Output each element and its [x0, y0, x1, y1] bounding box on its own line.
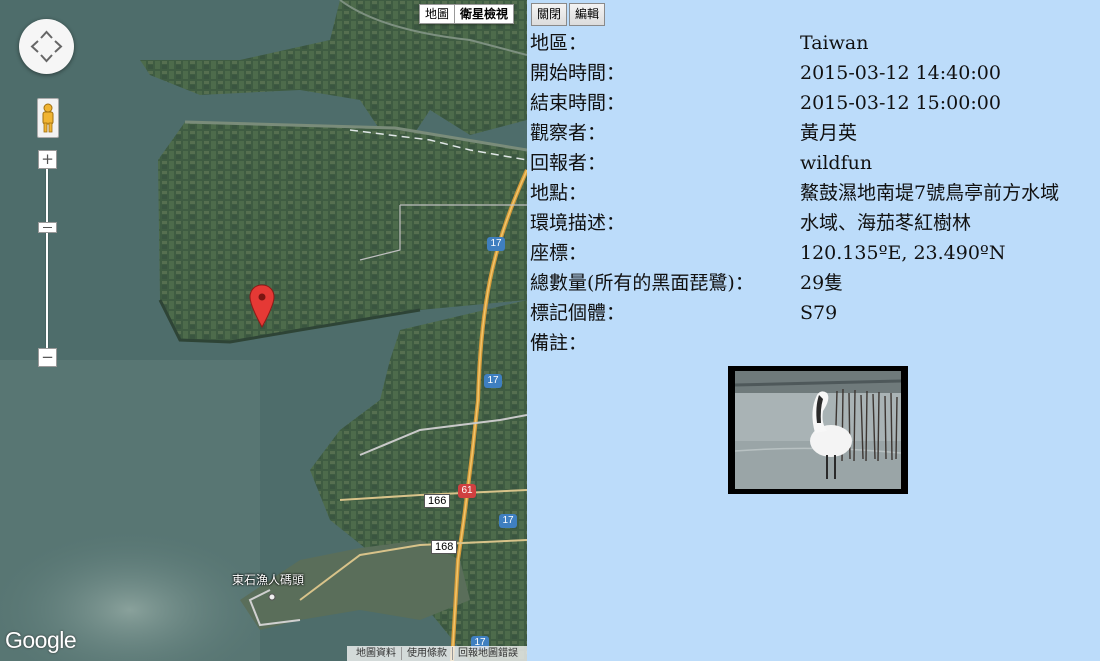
detail-label: 結束時間： [530, 92, 626, 114]
detail-value: 水域、海茄苳紅樹林 [800, 212, 972, 234]
detail-value: S79 [800, 302, 838, 324]
pegman-icon [42, 103, 54, 133]
map-footer: 地圖資料 使用條款 回報地圖錯誤 [347, 646, 527, 661]
map-type-control: 地圖 衛星檢視 [419, 4, 515, 24]
observation-photo[interactable] [728, 366, 908, 494]
road-shield-17: 17 [487, 237, 505, 251]
zoom-slider-thumb[interactable] [38, 222, 57, 233]
detail-label: 地區： [530, 32, 588, 54]
detail-value: 2015-03-12 15:00:00 [800, 92, 1001, 114]
zoom-in-button[interactable]: + [38, 150, 57, 169]
pan-arrows-icon [30, 30, 63, 63]
map-type-roadmap-tab[interactable]: 地圖 [420, 5, 454, 23]
road-label-166: 166 [424, 494, 451, 508]
detail-value: 2015-03-12 14:40:00 [800, 62, 1001, 84]
map-view[interactable]: 地圖 衛星檢視 + − 17 17 61 17 17 166 168 東石漁人碼… [0, 0, 527, 661]
road-shield-61: 61 [458, 484, 476, 498]
detail-value: 29隻 [800, 272, 844, 294]
detail-label: 標記個體： [530, 302, 626, 324]
spoonbill-photo-image [735, 371, 901, 489]
detail-value: Taiwan [800, 32, 869, 54]
detail-value: 黃月英 [800, 122, 858, 144]
detail-label: 地點： [530, 182, 588, 204]
report-map-error-link[interactable]: 回報地圖錯誤 [452, 647, 523, 660]
map-data-link[interactable]: 地圖資料 [351, 647, 401, 660]
close-button[interactable]: 關閉 [531, 3, 568, 26]
detail-label: 總數量(所有的黑面琵鷺)： [530, 272, 754, 294]
google-logo: Google [5, 627, 77, 653]
map-pin-icon [249, 284, 275, 329]
detail-value: 120.135ºE, 23.490ºN [800, 242, 1006, 264]
observation-info-panel: 關閉 編輯 地區： Taiwan 開始時間： 2015-03-12 14:40:00… [527, 0, 1100, 661]
terms-of-use-link[interactable]: 使用條款 [401, 647, 452, 660]
detail-label: 座標： [530, 242, 588, 264]
road-label-168: 168 [431, 540, 458, 554]
location-marker[interactable] [249, 284, 275, 332]
edit-button[interactable]: 編輯 [569, 3, 606, 26]
road-shield-17: 17 [484, 374, 502, 388]
pan-control[interactable] [19, 19, 74, 74]
detail-label: 環境描述： [530, 212, 626, 234]
zoom-out-button[interactable]: − [38, 348, 57, 367]
road-shield-17: 17 [499, 514, 517, 528]
detail-value: 鰲鼓濕地南堤7號鳥亭前方水域 [800, 182, 1060, 204]
detail-label: 觀察者： [530, 122, 607, 144]
place-label: 東石漁人碼頭 [232, 573, 305, 587]
panel-toolbar: 關閉 編輯 [531, 3, 606, 26]
street-view-pegman[interactable] [37, 98, 59, 138]
detail-value: wildfun [800, 152, 873, 174]
map-type-satellite-tab[interactable]: 衛星檢視 [454, 5, 513, 23]
zoom-slider-track[interactable] [46, 160, 48, 356]
detail-label: 開始時間： [530, 62, 626, 84]
detail-label: 回報者： [530, 152, 607, 174]
detail-label: 備註： [530, 332, 588, 354]
